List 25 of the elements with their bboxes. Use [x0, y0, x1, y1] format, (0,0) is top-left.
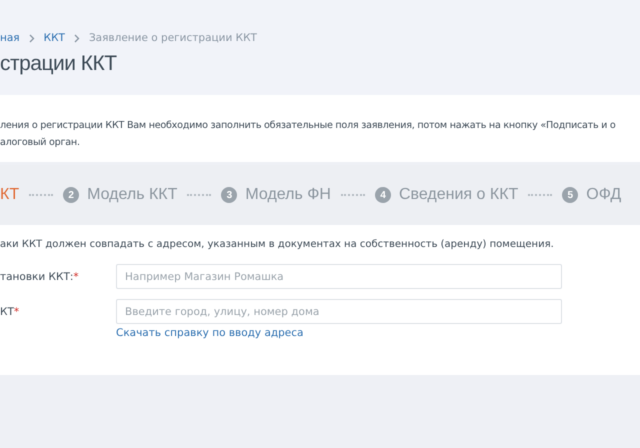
required-mark: * [14, 306, 20, 318]
chevron-icon [28, 34, 35, 42]
input-field[interactable]: Например Магазин Ромашка [116, 264, 562, 289]
breadcrumb-link[interactable]: ная [0, 32, 20, 44]
intro-text: алоговый орган. [0, 136, 81, 150]
chevron-icon [74, 34, 80, 42]
page-title: страции ККТ [0, 52, 118, 76]
step-connector [29, 194, 54, 196]
breadcrumb-current: Заявление о регистрации ККТ [88, 32, 257, 44]
required-mark: * [73, 271, 79, 283]
field-label: тановки ККТ: [0, 271, 74, 283]
help-link[interactable]: Скачать справку по вводу адреса [116, 327, 562, 339]
intro-text: ления о регистрации ККТ Вам необходимо заполнить обязательные поля заявления, потом нажать на кнопку «Подписать и о [0, 119, 617, 133]
step-tab[interactable]: 4 Сведения о ККТ [374, 186, 518, 204]
step-connector [340, 194, 365, 196]
step-connector [528, 194, 552, 196]
step-tab[interactable]: 3 Модель ФН [221, 186, 331, 204]
step-tab[interactable]: КТ [0, 186, 20, 204]
breadcrumb-link[interactable]: ККТ [44, 32, 65, 44]
input-field[interactable]: Введите город, улицу, номер дома [116, 299, 562, 324]
step-tab[interactable]: 2 Модель ККТ [63, 186, 178, 204]
field-label: КТ [0, 306, 14, 318]
step-connector [187, 194, 212, 196]
note-text: аки ККТ должен совпадать с адресом, указанным в документах на собственность (аренду) помещения. [0, 239, 555, 250]
step-tab[interactable]: 5 ОФД [562, 186, 622, 204]
